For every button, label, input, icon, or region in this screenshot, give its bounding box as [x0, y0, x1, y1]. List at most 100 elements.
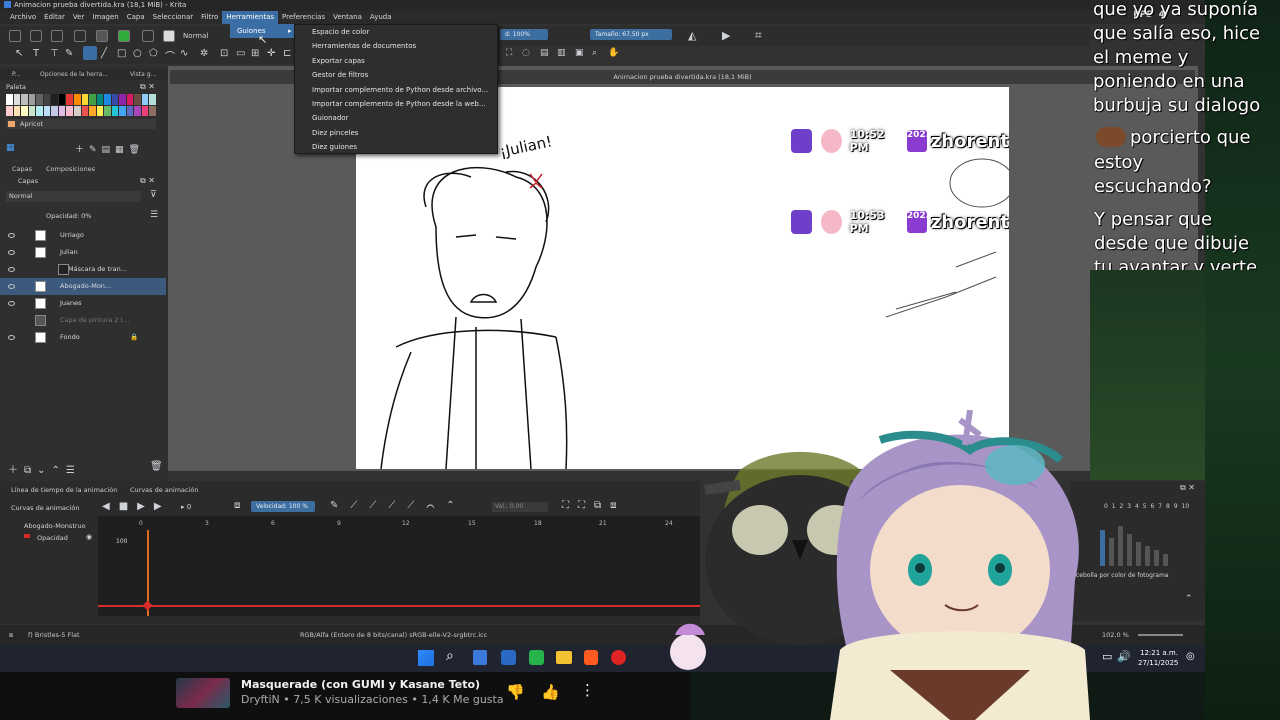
delete-layer-icon[interactable]: 🗑 — [150, 461, 163, 472]
measure-tool-icon[interactable]: ◌ — [522, 48, 530, 58]
layers-float-icon[interactable]: ⧉ ✕ — [140, 176, 155, 186]
tab-tool-options[interactable]: Opciones de la herra... — [40, 71, 108, 78]
filter-layers-icon[interactable]: ⊽ — [150, 190, 157, 200]
calligraphy-icon[interactable]: ✎ — [65, 48, 73, 59]
rectangle-tool-icon[interactable]: □ — [117, 48, 126, 59]
color-swatch[interactable] — [66, 94, 73, 105]
open-document-icon[interactable] — [30, 30, 42, 42]
move-tool-icon[interactable]: ✛ — [267, 48, 275, 59]
color-swatch[interactable] — [111, 105, 119, 116]
video-thumbnail[interactable] — [176, 678, 230, 708]
onion-opacity-bars[interactable] — [1100, 526, 1200, 566]
chevron-up-icon[interactable]: ⌃ — [1185, 594, 1193, 604]
line-tool-icon[interactable]: ╱ — [101, 48, 107, 59]
tab-p[interactable]: P... — [12, 71, 20, 78]
tab-timeline[interactable]: Línea de tiempo de la animación — [11, 486, 117, 494]
color-swatch[interactable] — [104, 94, 111, 105]
fg-color-icon[interactable] — [118, 30, 130, 42]
text-tool-icon[interactable]: T — [33, 48, 39, 59]
curve-graph[interactable]: 100 0 3 6 9 12 15 18 21 24 — [98, 516, 700, 616]
edit-shapes-icon[interactable]: ⊤ — [50, 48, 59, 59]
frame-counter[interactable]: ▸ 0 — [181, 503, 191, 511]
file-explorer-icon[interactable] — [556, 651, 572, 664]
color-swatch[interactable] — [73, 105, 81, 116]
layer-opacity[interactable]: Opacidad: 0% — [46, 212, 91, 220]
palette-actions[interactable]: ＋✎▤▦🗑 — [75, 142, 145, 155]
polygon-tool-icon[interactable]: ⬠ — [149, 48, 158, 59]
color-swatch[interactable] — [89, 105, 96, 116]
color-swatch[interactable] — [134, 94, 141, 105]
layer-row[interactable]: Fondo 🔒 — [0, 329, 166, 346]
select-shapes-icon[interactable]: ↖ — [15, 48, 23, 59]
brush-preset-icon[interactable] — [142, 30, 154, 42]
menu-capa[interactable]: Capa — [123, 11, 149, 24]
color-swatch[interactable] — [141, 94, 149, 105]
color-swatch[interactable] — [51, 105, 58, 116]
search-icon[interactable]: ⌕ — [446, 648, 454, 664]
tab-curves[interactable]: Curvas de animación — [130, 486, 199, 494]
color-swatch[interactable] — [73, 94, 81, 105]
layer-blend-select[interactable]: Normal — [6, 191, 141, 202]
eye-icon[interactable] — [8, 301, 15, 306]
store-icon[interactable] — [473, 650, 487, 665]
more-options-icon[interactable]: ⋮ — [580, 681, 595, 699]
color-swatch[interactable] — [89, 94, 96, 105]
tab-layers[interactable]: Capas — [12, 165, 32, 173]
brush-editor-icon[interactable] — [163, 30, 175, 42]
assistant-tool-icon[interactable]: ⛶ — [506, 48, 512, 58]
save-icon[interactable] — [51, 30, 63, 42]
bezier-tool-icon[interactable]: ⌒ — [165, 48, 175, 63]
menu-item-gestor-filtros[interactable]: Gestor de filtros — [295, 68, 497, 82]
eye-icon[interactable] — [8, 284, 15, 289]
menu-preferencias[interactable]: Preferencias — [278, 11, 329, 24]
menu-item-importar-archivo[interactable]: Importar complemento de Python desde arc… — [295, 83, 497, 97]
menu-item-guionador[interactable]: Guionador — [295, 111, 497, 125]
color-swatch[interactable] — [126, 94, 134, 105]
menu-seleccionar[interactable]: Seleccionar — [149, 11, 198, 24]
zoom-controls[interactable]: ⛶⛶⧉⧈ — [562, 500, 626, 511]
wrap-around-icon[interactable]: ⌗ — [755, 28, 762, 43]
zoom-slider[interactable] — [1138, 634, 1183, 636]
volume-icon[interactable]: 🔊 — [1117, 650, 1131, 663]
palette-selector[interactable]: Apricot — [6, 119, 156, 129]
color-swatch[interactable] — [126, 105, 134, 116]
menu-item-espacio-color[interactable]: Espacio de color — [295, 25, 497, 39]
clock-time[interactable]: 12:21 a.m. — [1140, 649, 1178, 657]
reference-tool-icon[interactable]: ▤ — [540, 48, 549, 58]
color-swatch[interactable] — [81, 94, 89, 105]
color-swatch[interactable] — [28, 94, 36, 105]
pan-tool-icon[interactable]: ✋ — [608, 48, 619, 58]
color-swatch[interactable] — [81, 105, 89, 116]
color-swatch[interactable] — [13, 94, 21, 105]
lock-icon[interactable]: 🔒 — [130, 329, 138, 346]
layer-row-selected[interactable]: Abogado-Mon... — [0, 278, 166, 295]
brave-icon[interactable] — [584, 650, 598, 665]
edge-icon[interactable] — [501, 650, 516, 665]
eye-icon[interactable] — [8, 250, 15, 255]
blend-mode-select[interactable]: Normal — [183, 32, 208, 40]
new-document-icon[interactable] — [9, 30, 21, 42]
playback-controls[interactable]: ◀■▶▶ — [102, 501, 171, 512]
eye-icon[interactable] — [8, 267, 15, 272]
pattern-icon[interactable] — [96, 30, 108, 42]
layer-menu-icon[interactable]: ☰ — [150, 210, 158, 220]
palette-float-icon[interactable]: ⧉ ✕ — [140, 82, 155, 92]
multibrush-icon[interactable]: ✲ — [200, 48, 208, 59]
color-swatch[interactable] — [6, 94, 13, 105]
color-swatch[interactable] — [119, 105, 126, 116]
menu-ventana[interactable]: Ventana — [329, 11, 366, 24]
color-swatch[interactable] — [96, 105, 104, 116]
layer-row[interactable]: Máscara de tran... — [0, 261, 166, 278]
windows-start-icon[interactable] — [418, 650, 434, 666]
layer-row[interactable]: Juanes — [0, 295, 166, 312]
shape-select-icon[interactable]: ⊡ — [220, 48, 228, 59]
crop-tool-icon[interactable]: ⊏ — [283, 48, 291, 59]
like-icon[interactable]: 👍 — [541, 683, 560, 701]
mirror-horizontal-icon[interactable]: ◭ — [688, 29, 696, 42]
undo-icon[interactable] — [74, 30, 86, 42]
notification-icon[interactable]: ◎ — [1186, 651, 1195, 662]
clock-date[interactable]: 27/11/2025 — [1138, 659, 1178, 667]
dynamic-brush-icon[interactable]: ∿ — [180, 48, 188, 59]
layer-row[interactable]: Capa de pintura 2 (... — [0, 312, 166, 329]
color-swatch[interactable] — [51, 94, 58, 105]
